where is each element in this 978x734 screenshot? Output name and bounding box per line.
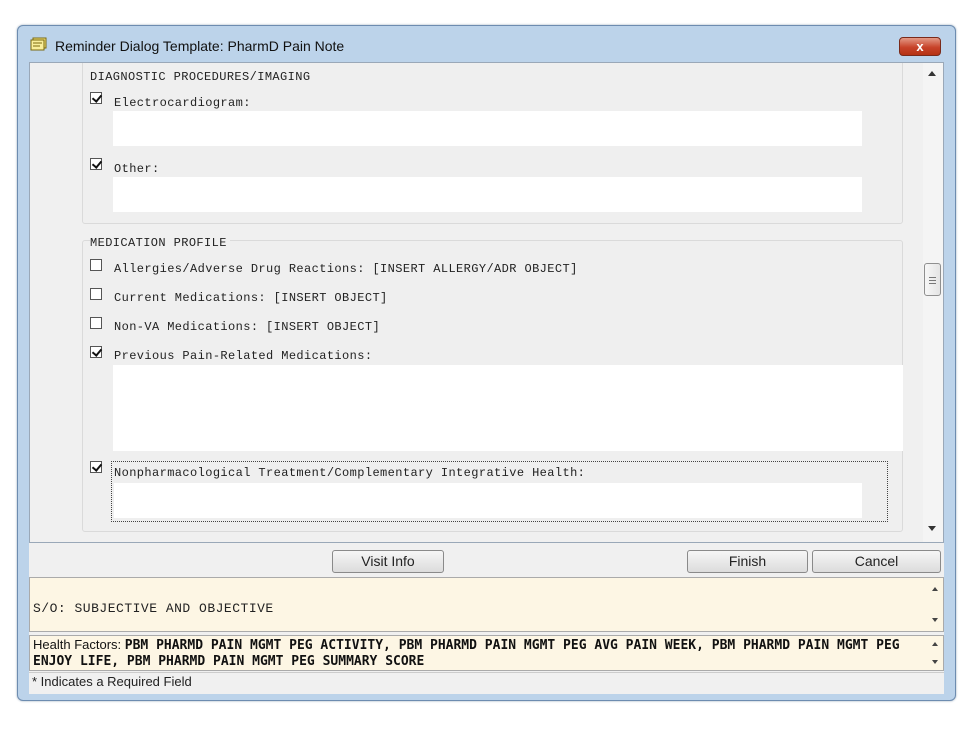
cancel-button[interactable]: Cancel: [812, 550, 941, 573]
current-medications-checkbox[interactable]: [90, 288, 102, 300]
current-medications-label: Current Medications: [INSERT OBJECT]: [114, 291, 388, 305]
previous-pain-medications-label: Previous Pain-Related Medications:: [114, 349, 373, 363]
previous-pain-medications-textbox[interactable]: [113, 365, 903, 451]
previous-pain-medications-checkbox[interactable]: [90, 346, 102, 358]
visit-info-button[interactable]: Visit Info: [332, 550, 444, 573]
close-button[interactable]: x: [899, 37, 941, 56]
dialog-client-area: DIAGNOSTIC PROCEDURES/IMAGING Electrocar…: [29, 62, 944, 694]
diagnostic-group-title: DIAGNOSTIC PROCEDURES/IMAGING: [90, 70, 311, 84]
reminder-dialog-icon: [30, 37, 47, 51]
electrocardiogram-textbox[interactable]: [113, 111, 862, 146]
scroll-thumb[interactable]: [924, 263, 941, 296]
nonpharmacological-textbox[interactable]: [114, 483, 862, 518]
health-factors-box[interactable]: Health Factors: PBM PHARMD PAIN MGMT PEG…: [29, 635, 944, 671]
scroll-down-arrow-icon[interactable]: [928, 526, 936, 531]
scroll-up-arrow-icon[interactable]: [928, 71, 936, 76]
health-factors-scroll-down-icon[interactable]: [932, 660, 938, 664]
allergies-label: Allergies/Adverse Drug Reactions: [INSER…: [114, 262, 578, 276]
section-scroll-down-icon[interactable]: [932, 618, 938, 622]
section-scroll-up-icon[interactable]: [932, 587, 938, 591]
medication-group-title: MEDICATION PROFILE: [90, 236, 230, 250]
section-preview-text: S/O: SUBJECTIVE AND OBJECTIVE: [33, 601, 274, 616]
status-bar: * Indicates a Required Field: [29, 672, 944, 692]
window-title: Reminder Dialog Template: PharmD Pain No…: [55, 38, 345, 54]
reminder-dialog-window: Reminder Dialog Template: PharmD Pain No…: [17, 25, 956, 701]
finish-button[interactable]: Finish: [687, 550, 808, 573]
electrocardiogram-checkbox[interactable]: [90, 92, 102, 104]
non-va-medications-checkbox[interactable]: [90, 317, 102, 329]
health-factors-text: Health Factors: PBM PHARMD PAIN MGMT PEG…: [33, 637, 913, 669]
electrocardiogram-label: Electrocardiogram:: [114, 96, 251, 110]
required-field-note: * Indicates a Required Field: [32, 674, 192, 689]
allergies-checkbox[interactable]: [90, 259, 102, 271]
template-vertical-scrollbar[interactable]: [923, 63, 943, 542]
health-factors-scroll-up-icon[interactable]: [932, 642, 938, 646]
other-textbox[interactable]: [113, 177, 862, 212]
other-label: Other:: [114, 162, 160, 176]
template-scroll-pane[interactable]: DIAGNOSTIC PROCEDURES/IMAGING Electrocar…: [29, 62, 944, 543]
title-bar[interactable]: Reminder Dialog Template: PharmD Pain No…: [18, 26, 955, 62]
close-icon: x: [916, 39, 924, 54]
template-content: DIAGNOSTIC PROCEDURES/IMAGING Electrocar…: [30, 63, 923, 542]
other-checkbox[interactable]: [90, 158, 102, 170]
non-va-medications-label: Non-VA Medications: [INSERT OBJECT]: [114, 320, 381, 334]
health-factors-label: Health Factors:: [33, 637, 125, 652]
health-factors-value: PBM PHARMD PAIN MGMT PEG ACTIVITY, PBM P…: [33, 638, 900, 669]
nonpharmacological-label: Nonpharmacological Treatment/Complementa…: [114, 466, 586, 480]
section-preview-box[interactable]: S/O: SUBJECTIVE AND OBJECTIVE: [29, 577, 944, 632]
nonpharmacological-checkbox[interactable]: [90, 461, 102, 473]
